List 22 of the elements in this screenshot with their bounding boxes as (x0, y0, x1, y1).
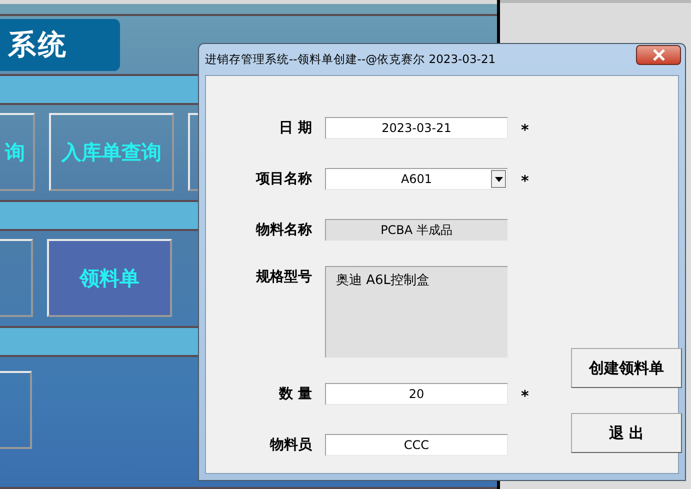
banner-title: 系统 (0, 19, 120, 72)
required-mark: * (521, 171, 530, 192)
required-mark: * (521, 120, 530, 141)
close-icon (652, 48, 666, 60)
input-field[interactable]: CCC (325, 434, 508, 456)
field-label: 项目名称 (254, 170, 312, 189)
field-label: 日 期 (278, 119, 312, 138)
input-field[interactable]: 2023-03-21 (325, 117, 508, 139)
close-button[interactable] (636, 44, 681, 64)
required-mark: * (521, 386, 530, 407)
input-field[interactable]: 20 (325, 383, 508, 405)
field-label: 物料名称 (254, 221, 312, 240)
field-label: 数 量 (278, 385, 312, 404)
dialog-button[interactable]: 退 出 (571, 413, 682, 453)
dropdown-field[interactable]: A601 (325, 168, 508, 190)
menu-button[interactable]: 领料单 (47, 239, 172, 318)
field-label: 物料员 (268, 436, 312, 455)
field-label: 规格型号 (254, 268, 312, 287)
text-area[interactable]: 奥迪 A6L控制盒 (325, 266, 508, 358)
window-title: 进销存管理系统--领料单创建--@依克赛尔 2023-03-21 (205, 52, 496, 67)
dialog-button[interactable]: 创建领料单 (571, 348, 682, 388)
readonly-field: PCBA 半成品 (325, 219, 508, 241)
